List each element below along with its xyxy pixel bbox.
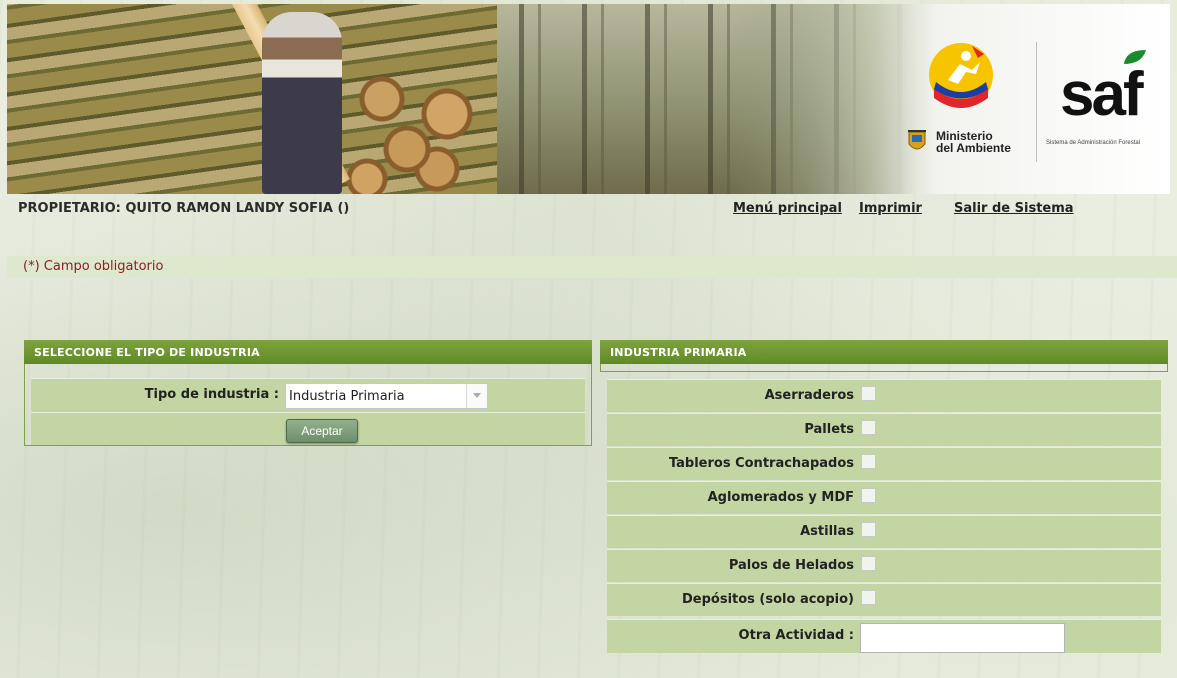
ministerio-line2: del Ambiente [936,141,1011,155]
saf-subtitle: Sistema de Administración Forestal [1046,140,1141,146]
option-row-aserraderos [607,379,1161,412]
owner-name: PROPIETARIO: QUITO RAMON LANDY SOFIA () [18,201,350,216]
option-label-palos-helados: Palos de Helados [728,558,854,573]
industry-type-select[interactable]: Industria Primaria [285,383,488,409]
option-label-aserraderos: Aserraderos [764,388,854,403]
option-label-depositos: Depósitos (solo acopio) [681,592,854,607]
saf-logo: saf [1060,60,1144,129]
banner-worker-photo [262,12,342,194]
checkbox-astillas[interactable] [861,522,876,537]
logo-area: Ministerio del Ambiente saf Sistema de A… [900,34,1170,174]
menu-principal-link[interactable]: Menú principal [733,201,842,216]
checkbox-aserraderos[interactable] [861,386,876,401]
option-label-astillas: Astillas [800,524,854,539]
coat-of-arms-icon [908,130,926,150]
industry-panel-header: SELECCIONE EL TIPO DE INDUSTRIA [24,340,592,364]
aceptar-button[interactable]: Aceptar [286,419,358,443]
ecuador-emblem-icon [929,43,993,108]
logo-divider [1036,42,1037,162]
header-banner: Ministerio del Ambiente saf Sistema de A… [7,4,1170,194]
imprimir-link[interactable]: Imprimir [859,201,922,216]
checkbox-aglomerados[interactable] [861,488,876,503]
checkbox-pallets[interactable] [861,420,876,435]
checkbox-depositos[interactable] [861,590,876,605]
ministerio-logo-text: Ministerio del Ambiente [936,130,1011,154]
primary-panel-box [600,364,1168,372]
industry-type-label: Tipo de industria : [144,387,279,402]
option-row-aglomerados [607,481,1161,514]
otra-actividad-label: Otra Actividad : [738,628,854,643]
required-note-bar: (*) Campo obligatorio [7,256,1177,278]
option-label-pallets: Pallets [804,422,854,437]
required-note: (*) Campo obligatorio [23,259,164,274]
chevron-down-icon[interactable] [466,384,487,408]
banner-forest-photo [497,4,917,194]
salir-sistema-link[interactable]: Salir de Sistema [954,201,1074,216]
option-row-astillas [607,515,1161,548]
industry-type-selected: Industria Primaria [289,389,405,404]
checkbox-tableros[interactable] [861,454,876,469]
primary-panel-header: INDUSTRIA PRIMARIA [600,340,1168,364]
checkbox-palos-helados[interactable] [861,556,876,571]
leaf-icon [1124,50,1146,64]
otra-actividad-input[interactable] [860,623,1065,653]
option-row-palos-helados [607,549,1161,582]
option-row-pallets [607,413,1161,446]
option-label-tableros: Tableros Contrachapados [668,456,854,471]
option-label-aglomerados: Aglomerados y MDF [707,490,854,505]
